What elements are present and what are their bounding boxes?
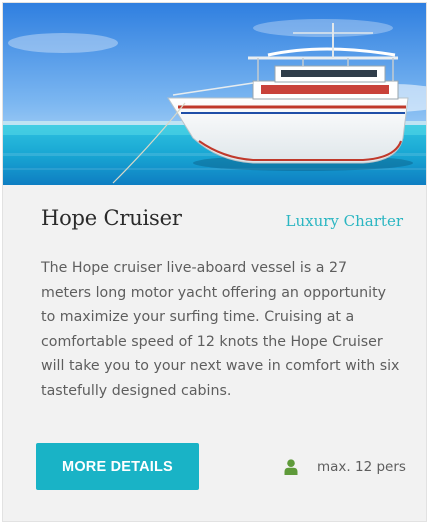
listing-title[interactable]: Hope Cruiser <box>41 206 182 230</box>
listing-description: The Hope cruiser live-aboard vessel is a… <box>41 260 400 399</box>
listing-category: Luxury Charter <box>285 212 403 230</box>
listing-card: Hope Cruiser Luxury Charter The Hope cru… <box>2 2 427 522</box>
boat-photo[interactable] <box>3 3 426 185</box>
person-icon <box>284 459 298 475</box>
more-details-button[interactable]: MORE DETAILS <box>36 443 199 490</box>
capacity-text: max. 12 pers <box>317 459 406 475</box>
capacity-info: max. 12 pers <box>284 459 406 475</box>
